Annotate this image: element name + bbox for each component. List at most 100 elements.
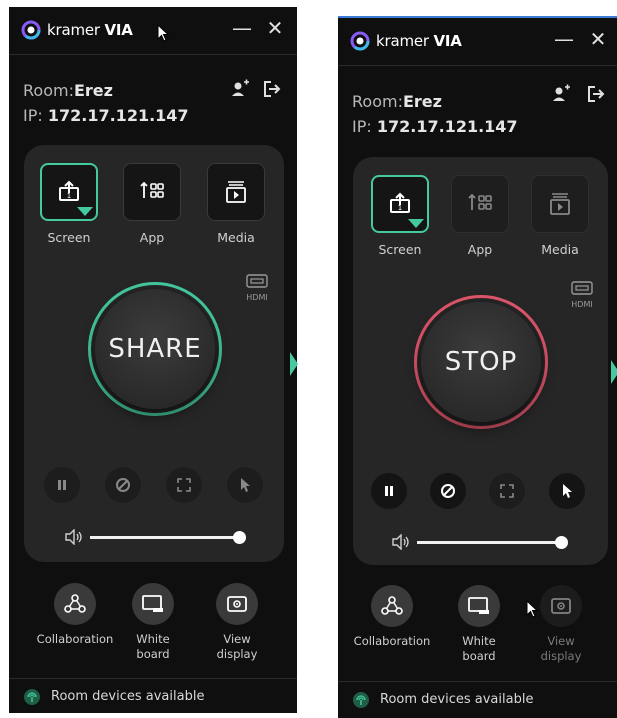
- volume-control[interactable]: [391, 534, 568, 550]
- source-screen[interactable]: 1 Screen: [370, 175, 430, 257]
- source-screen[interactable]: 1 Screen: [39, 163, 99, 245]
- whiteboard-button[interactable]: White board: [113, 583, 193, 662]
- title-bar: kramer VIA — ✕: [338, 18, 617, 66]
- app-grid-icon: [468, 193, 492, 210]
- room-name: Erez: [402, 92, 442, 111]
- media-tile[interactable]: [207, 163, 265, 221]
- ip-info: IP: 172.17.121.147: [23, 106, 189, 125]
- volume-slider[interactable]: [90, 530, 246, 544]
- share-button[interactable]: SHARE: [88, 282, 222, 416]
- share-card: 1 Screen App: [353, 157, 608, 565]
- minimize-button[interactable]: —: [231, 16, 253, 40]
- room-label: Room:: [352, 92, 403, 111]
- stop-source-button[interactable]: [105, 467, 141, 503]
- room-devices-icon: [24, 688, 40, 705]
- volume-slider[interactable]: [417, 535, 568, 549]
- room-devices-icon: [353, 691, 369, 708]
- close-button[interactable]: ✕: [587, 27, 609, 51]
- collaboration-circle[interactable]: [371, 585, 413, 627]
- media-label: Media: [541, 242, 579, 257]
- kramer-via-logo: kramer VIA: [350, 31, 462, 51]
- block-icon: [116, 478, 130, 492]
- media-tile[interactable]: [531, 175, 589, 233]
- pointer-icon: [563, 484, 572, 498]
- fullscreen-button[interactable]: [489, 473, 525, 509]
- screen-label: Screen: [378, 242, 422, 257]
- fullscreen-icon: [177, 478, 191, 492]
- volume-knob[interactable]: [555, 535, 568, 549]
- whiteboard-circle[interactable]: [132, 583, 174, 625]
- logo-suffix: VIA: [104, 21, 133, 39]
- ip-label: IP:: [352, 117, 372, 136]
- view-display-circle[interactable]: [216, 583, 258, 625]
- screen-share-tile[interactable]: 1: [40, 163, 98, 221]
- close-button[interactable]: ✕: [264, 16, 286, 40]
- footer-status-text: Room devices available: [380, 692, 534, 707]
- app-tile[interactable]: [451, 175, 509, 233]
- dropdown-indicator: [408, 219, 424, 228]
- hdmi-label: HDMI: [246, 293, 268, 302]
- app-grid-icon: [140, 181, 164, 198]
- whiteboard-label: White board: [136, 632, 170, 661]
- stop-source-button[interactable]: [430, 473, 466, 509]
- collaboration-button[interactable]: Collaboration: [352, 585, 432, 649]
- hdmi-source[interactable]: HDMI: [242, 273, 272, 302]
- expand-arrow-icon[interactable]: [290, 352, 298, 376]
- pause-button[interactable]: [44, 467, 80, 503]
- screen-share-tile[interactable]: 1: [371, 175, 429, 233]
- whiteboard-button[interactable]: White board: [439, 585, 519, 664]
- speaker-icon[interactable]: [64, 529, 84, 545]
- title-bar: kramer VIA — ✕: [9, 7, 297, 55]
- exit-icon[interactable]: [586, 84, 606, 104]
- pointer-icon: [241, 478, 250, 492]
- exit-icon[interactable]: [262, 79, 282, 99]
- mouse-cursor-icon: [157, 24, 170, 42]
- collaboration-icon: [64, 594, 86, 613]
- minimize-button[interactable]: —: [553, 27, 575, 51]
- hdmi-icon: [246, 274, 268, 288]
- pointer-button[interactable]: [549, 473, 585, 509]
- whiteboard-circle[interactable]: [458, 585, 500, 627]
- view-display-circle[interactable]: [540, 585, 582, 627]
- source-app[interactable]: App: [450, 175, 510, 257]
- kramer-logo-icon: [21, 20, 41, 40]
- pointer-button[interactable]: [227, 467, 263, 503]
- source-app[interactable]: App: [122, 163, 182, 245]
- view-display-button[interactable]: View display: [197, 583, 277, 662]
- view-display-icon: [551, 598, 571, 614]
- pause-icon: [385, 486, 393, 496]
- stop-button[interactable]: STOP: [414, 295, 548, 429]
- collaboration-circle[interactable]: [54, 583, 96, 625]
- source-media[interactable]: Media: [530, 175, 590, 257]
- add-user-icon[interactable]: [551, 84, 571, 104]
- collaboration-button[interactable]: Collaboration: [35, 583, 115, 647]
- ip-label: IP:: [23, 106, 43, 125]
- svg-text:1: 1: [398, 204, 402, 212]
- room-label: Room:: [23, 81, 74, 100]
- hdmi-source[interactable]: HDMI: [567, 280, 597, 309]
- view-display-button[interactable]: View display: [521, 585, 601, 664]
- volume-control[interactable]: [64, 529, 246, 545]
- expand-arrow-icon[interactable]: [611, 360, 617, 384]
- app-label: App: [139, 230, 165, 245]
- pause-button[interactable]: [371, 473, 407, 509]
- kramer-via-logo: kramer VIA: [21, 20, 133, 40]
- whiteboard-icon: [468, 597, 489, 614]
- fullscreen-button[interactable]: [166, 467, 202, 503]
- volume-knob[interactable]: [233, 530, 246, 544]
- source-media[interactable]: Media: [206, 163, 266, 245]
- add-user-icon[interactable]: [230, 79, 250, 99]
- fullscreen-icon: [500, 484, 514, 498]
- room-info: Room:Erez: [352, 92, 442, 111]
- media-play-icon: [550, 193, 570, 215]
- stop-button-label: STOP: [444, 347, 518, 377]
- via-window-sharing-on: kramer VIA — ✕ Room:Erez IP: 172.17.121.…: [338, 18, 617, 718]
- speaker-icon[interactable]: [391, 534, 411, 550]
- share-button-label: SHARE: [108, 334, 202, 364]
- dropdown-indicator: [77, 207, 93, 216]
- ip-value: 172.17.121.147: [47, 106, 189, 125]
- app-tile[interactable]: [123, 163, 181, 221]
- block-icon: [441, 484, 455, 498]
- status-footer: Room devices available: [9, 678, 297, 713]
- view-display-label: View display: [540, 634, 582, 663]
